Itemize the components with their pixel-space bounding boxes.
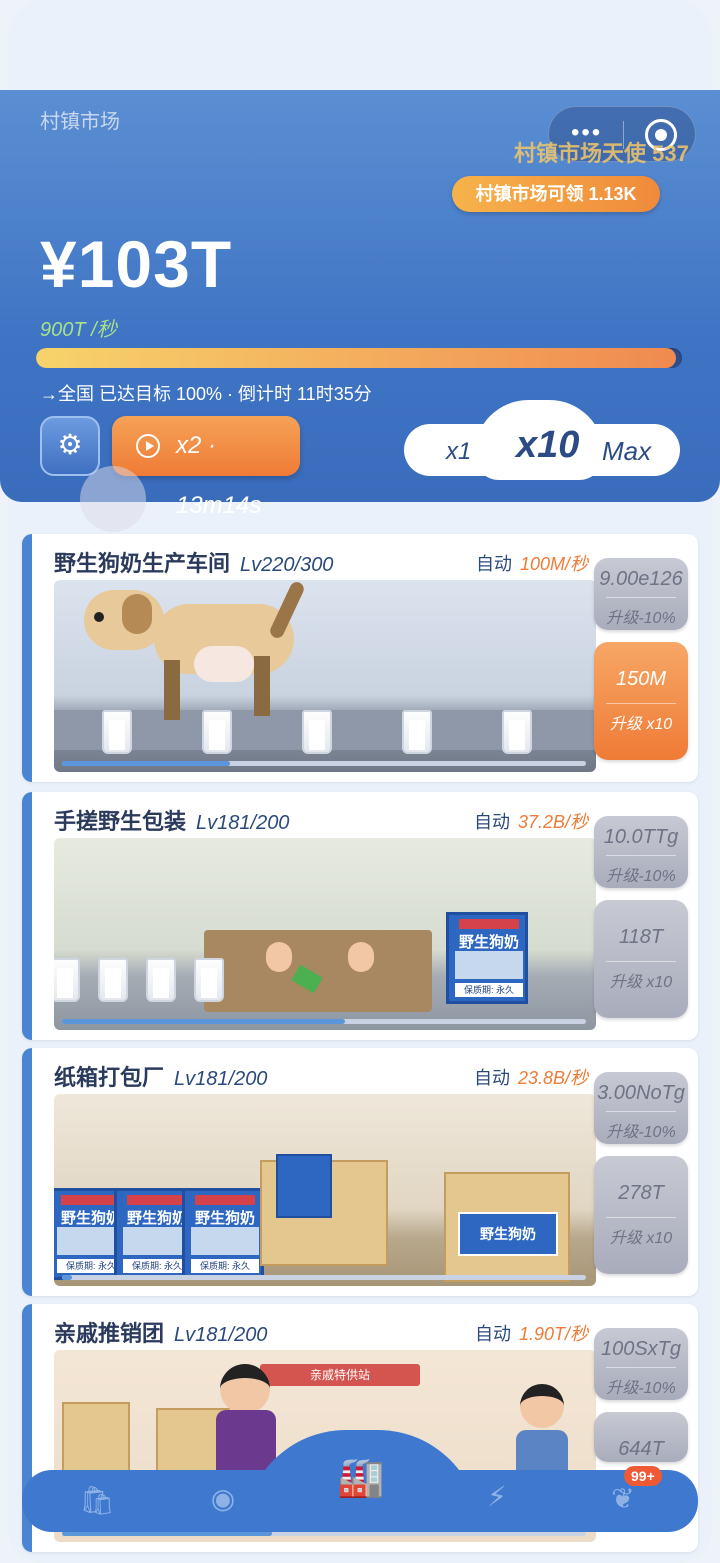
upgrade-label: 升级-10% — [606, 597, 676, 628]
upgrade-x10-button[interactable]: 150M 升级 x10 — [594, 642, 688, 760]
factory-scene-milk[interactable] — [54, 580, 596, 772]
auto-label: 自动 — [473, 812, 510, 832]
auto-rate: 23.8B/秒 — [517, 1068, 588, 1088]
upgrade-label: 升级-10% — [606, 855, 676, 886]
upgrade-label: 升级 x10 — [606, 961, 676, 992]
settings-button[interactable]: ⚙ — [40, 416, 100, 476]
card-level: Lv181/200 — [196, 812, 290, 834]
production-progress-fill — [62, 761, 230, 766]
auto-rate: 100M/秒 — [519, 554, 588, 574]
upgrade-x10-button[interactable]: 118T 升级 x10 — [594, 900, 688, 1018]
map-pin-icon[interactable]: ◉ — [198, 1482, 248, 1515]
upgrade-discount-button[interactable]: 9.00e126 升级-10% — [594, 558, 688, 630]
upgrade-price: 100SxTg — [600, 1338, 682, 1360]
upgrade-price: 644T — [618, 1438, 664, 1460]
auto-rate: 1.90T/秒 — [518, 1324, 588, 1344]
card-name: 纸箱打包厂 — [54, 1065, 165, 1090]
claim-button[interactable]: 村镇市场可领 1.13K — [452, 176, 660, 212]
milk-glass — [102, 710, 132, 754]
goal-text: →全国 已达目标 100% · 倒计时 11时35分 — [40, 384, 372, 404]
production-progress-fill — [62, 1019, 345, 1024]
market-title: 村镇市场 — [40, 111, 120, 133]
boost-button[interactable]: x2 · 13m14s — [112, 416, 300, 519]
milk-box: 野生狗奶 保质期: 永久 — [446, 912, 528, 1004]
production-progress-fill — [62, 1275, 73, 1280]
shop-banner: 亲戚特供站 — [260, 1364, 420, 1386]
touch-indicator — [80, 466, 146, 532]
card-level: Lv220/300 — [240, 554, 334, 576]
upgrade-discount-button[interactable]: 3.00NoTg 升级-10% — [594, 1072, 688, 1144]
multiplier-x1[interactable]: x1 — [446, 438, 471, 466]
multiplier-max[interactable]: Max — [602, 436, 651, 467]
milk-box: 野生狗奶 保质期: 永久 — [182, 1188, 264, 1280]
milk-glass — [302, 710, 332, 754]
upgrade-label: 升级-10% — [606, 1111, 676, 1142]
relative-person — [220, 1364, 270, 1414]
boost-label: x2 · 13m14s — [176, 432, 262, 519]
upgrade-discount-button[interactable]: 10.0TTg 升级-10% — [594, 816, 688, 888]
factory-card-milk: 野生狗奶生产车间 Lv220/300 自动 100M/秒 9.00e126 升级-10… — [22, 534, 698, 782]
packing-box — [276, 1154, 332, 1218]
upgrade-x10-button[interactable]: 278T 升级 x10 — [594, 1156, 688, 1274]
multiplier-x10[interactable]: x10 — [516, 424, 579, 467]
play-icon — [136, 434, 160, 458]
milk-glass — [194, 958, 224, 1002]
upgrade-x10-button[interactable]: 644T — [594, 1412, 688, 1462]
upgrade-label: 升级 x10 — [606, 703, 676, 734]
upgrade-label: 升级-10% — [606, 1367, 676, 1398]
milk-glass — [402, 710, 432, 754]
crate — [62, 1402, 130, 1472]
upgrade-price: 278T — [618, 1182, 664, 1204]
money-total: ¥103T — [40, 227, 233, 301]
milk-glass — [202, 710, 232, 754]
milk-glass — [98, 958, 128, 1002]
notification-badge: 99+ — [624, 1466, 662, 1486]
work-table — [204, 930, 432, 1012]
card-name: 亲戚推销团 — [54, 1321, 165, 1346]
card-level: Lv181/200 — [174, 1324, 268, 1346]
card-name: 手搓野生包装 — [54, 809, 187, 834]
wings-icon[interactable]: ❦ — [598, 1482, 648, 1515]
production-progress — [62, 1019, 586, 1024]
upgrade-price: 150M — [615, 668, 667, 690]
milk-glass — [146, 958, 176, 1002]
production-progress — [62, 761, 586, 766]
money-rate: 900T /秒 — [40, 319, 117, 341]
factory-icon[interactable]: 🏭 — [336, 1456, 386, 1500]
upgrade-price: 3.00NoTg — [597, 1082, 685, 1104]
milk-glass — [54, 958, 80, 1002]
goal-progress-bar — [36, 348, 682, 368]
dog-illustration — [84, 580, 307, 720]
auto-rate: 37.2B/秒 — [517, 812, 588, 832]
upgrade-price: 10.0TTg — [603, 826, 679, 848]
lightning-icon[interactable]: ⚡ — [472, 1480, 522, 1513]
hand — [266, 942, 292, 972]
angel-count: 村镇市场天使 537 — [514, 141, 689, 166]
factory-card-carton: 纸箱打包厂 Lv181/200 自动 23.8B/秒 野生狗奶 保质期: 永久 野生狗… — [22, 1048, 698, 1296]
factory-scene-carton[interactable]: 野生狗奶 保质期: 永久 野生狗奶 保质期: 永久 野生狗奶 保质期: 永久 野生狗奶 — [54, 1094, 596, 1286]
factory-card-packaging: 手搓野生包装 Lv181/200 自动 37.2B/秒 野生狗奶 保质期: 永久 1… — [22, 792, 698, 1040]
auto-label: 自动 — [475, 554, 512, 574]
upgrade-price: 118T — [618, 926, 664, 948]
goal-progress-fill — [36, 348, 676, 368]
gear-icon: ⚙ — [57, 429, 83, 460]
hand — [348, 942, 374, 972]
sealed-crate: 野生狗奶 — [444, 1172, 570, 1282]
auto-label: 自动 — [473, 1068, 510, 1088]
milk-glass — [502, 710, 532, 754]
factory-scene-packaging[interactable]: 野生狗奶 保质期: 永久 — [54, 838, 596, 1030]
auto-label: 自动 — [474, 1324, 511, 1344]
card-level: Lv181/200 — [174, 1068, 268, 1090]
production-progress — [62, 1275, 586, 1280]
upgrade-price: 9.00e126 — [599, 568, 683, 590]
upgrade-label: 升级 x10 — [606, 1217, 676, 1248]
bag-icon[interactable]: 🛍 — [72, 1484, 122, 1517]
card-name: 野生狗奶生产车间 — [54, 551, 231, 576]
upgrade-discount-button[interactable]: 100SxTg 升级-10% — [594, 1328, 688, 1400]
customer-person — [520, 1384, 564, 1428]
